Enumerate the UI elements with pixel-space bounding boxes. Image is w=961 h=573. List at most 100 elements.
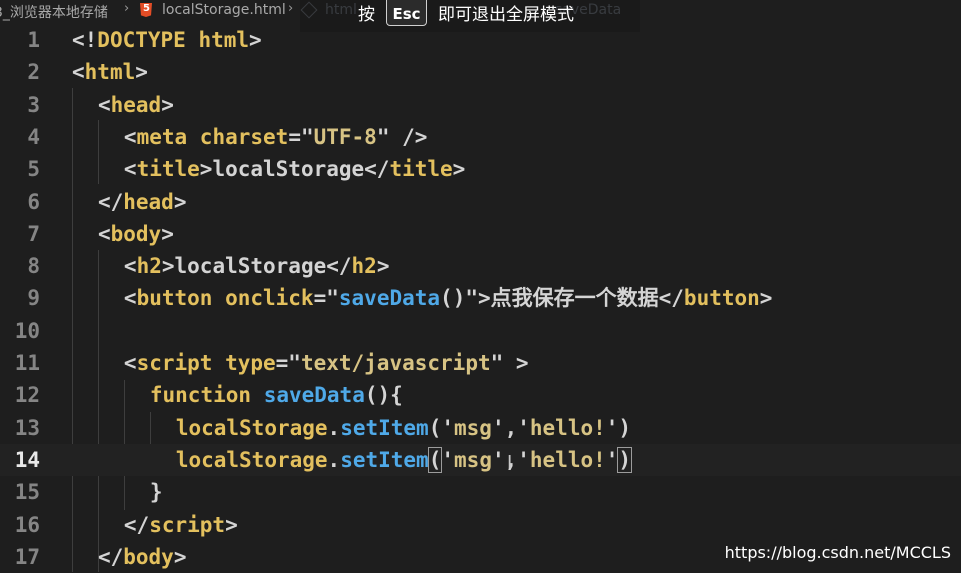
line-number: 17 <box>14 544 40 569</box>
code-line[interactable]: 12 function saveData(){ <box>0 379 961 411</box>
code-token: saveData <box>263 383 365 408</box>
code-text: <!DOCTYPE html> <box>72 24 262 56</box>
line-number: 2 <box>27 60 40 85</box>
code-token: function <box>149 383 252 408</box>
code-token: ') <box>605 415 632 440</box>
chevron-right-icon: › <box>124 1 130 16</box>
code-token: html <box>84 60 136 85</box>
code-line[interactable]: 6 </head> <box>0 186 961 218</box>
code-token: > <box>199 157 213 182</box>
code-token: > <box>135 60 148 85</box>
code-line[interactable]: 8 <h2>localStorage</h2> <box>0 250 961 282</box>
code-token: < <box>123 254 137 279</box>
code-token: > <box>225 512 238 537</box>
line-number: 11 <box>14 351 40 375</box>
code-line[interactable]: 16 </script> <box>0 509 961 541</box>
code-token: UTF-8 <box>313 124 377 149</box>
code-token: meta <box>136 124 188 149</box>
code-token: script <box>136 351 213 375</box>
code-token: title <box>389 157 453 182</box>
code-token: localStorage <box>174 254 327 279</box>
line-number: 10 <box>14 318 40 343</box>
line-number: 12 <box>14 383 40 408</box>
code-text: } <box>150 476 163 508</box>
code-token: body <box>110 221 162 246</box>
code-text: </head> <box>98 186 187 218</box>
code-token: setItem <box>340 447 429 472</box>
code-text: <h2>localStorage</h2> <box>124 250 390 282</box>
code-token: > <box>249 28 262 52</box>
code-token: hello! <box>529 447 606 472</box>
code-token: < <box>123 157 137 182</box>
code-token: < <box>72 60 85 85</box>
code-line[interactable]: 14 localStorage.setItem('msg','hello!') <box>0 443 961 476</box>
esc-key-badge: Esc <box>386 0 427 26</box>
code-token: (' <box>428 415 455 440</box>
line-number: 3 <box>27 92 40 117</box>
code-line[interactable]: 10 <box>0 315 961 347</box>
breadcrumb-folder[interactable]: 3_浏览器本地存储 <box>0 2 108 22</box>
code-text: <button onclick="saveData()">点我保存一个数据</b… <box>124 282 773 314</box>
code-token: button <box>683 286 760 311</box>
code-token: < <box>123 124 137 149</box>
code-token: </ <box>97 544 124 569</box>
code-line[interactable]: 15} <box>0 476 961 508</box>
code-token: hello! <box>529 415 606 440</box>
code-text: function saveData(){ <box>150 379 403 411</box>
code-token: DOCTYPE html <box>97 28 250 52</box>
code-token: ' <box>441 447 455 472</box>
code-line[interactable]: 9 <button onclick="saveData()">点我保存一个数据</… <box>0 282 961 314</box>
code-line[interactable]: 4 <meta charset="UTF-8" /> <box>0 121 961 153</box>
code-token: ',' <box>491 415 530 440</box>
code-token: localStorage <box>175 447 328 472</box>
line-number: 15 <box>14 480 40 505</box>
code-token: . <box>327 415 341 440</box>
code-line[interactable]: 1 <!DOCTYPE html> <box>0 24 961 56</box>
code-token: =" <box>288 124 314 149</box>
code-line[interactable]: 2 <html> <box>0 56 961 88</box>
code-token: =" <box>275 351 301 375</box>
code-token: localStorage <box>212 157 365 182</box>
code-text: </body> <box>98 541 187 573</box>
code-line[interactable]: 11 <script type="text/javascript" > <box>0 347 961 379</box>
line-number: 14 <box>14 447 40 472</box>
code-token: 点我保存一个数据 <box>490 286 659 311</box>
code-token: </ <box>97 189 124 214</box>
code-token: charset <box>199 124 289 149</box>
code-token: h2 <box>351 254 377 279</box>
code-token: < <box>97 92 111 117</box>
line-number: 4 <box>27 124 40 149</box>
code-token: ' <box>605 447 619 472</box>
line-number: 9 <box>27 286 40 311</box>
code-text: localStorage.setItem('msg','hello!') <box>176 412 631 444</box>
code-token: < <box>97 221 111 246</box>
code-token: (){ <box>364 383 403 408</box>
code-line[interactable]: 13 localStorage.setItem('msg','hello!') <box>0 412 961 444</box>
code-line[interactable]: 5 <title>localStorage</title> <box>0 153 961 185</box>
code-token: =" <box>313 286 339 311</box>
code-token: </ <box>364 157 390 182</box>
fullscreen-hint-suffix: 即可退出全屏模式 <box>438 5 574 25</box>
chevron-right-icon: › <box>288 1 294 16</box>
code-token: > <box>173 189 187 214</box>
code-token: body <box>123 544 174 569</box>
code-line[interactable]: 3 <head> <box>0 89 961 121</box>
code-token: msg <box>454 415 492 440</box>
text-cursor-icon: I <box>507 452 513 473</box>
breadcrumb-file[interactable]: localStorage.html <box>162 2 286 18</box>
line-number: 5 <box>27 157 40 182</box>
code-token: > <box>452 157 466 182</box>
code-token: " /> <box>376 124 428 149</box>
code-token: button <box>136 286 213 311</box>
code-token: > <box>161 221 174 246</box>
code-token: > <box>161 254 175 279</box>
code-token: ()"> <box>440 286 491 311</box>
code-line[interactable]: 7 <body> <box>0 218 961 250</box>
watermark: https://blog.csdn.net/MCCLS <box>724 543 951 562</box>
line-number: 7 <box>27 221 40 246</box>
code-text: <title>localStorage</title> <box>124 153 465 185</box>
